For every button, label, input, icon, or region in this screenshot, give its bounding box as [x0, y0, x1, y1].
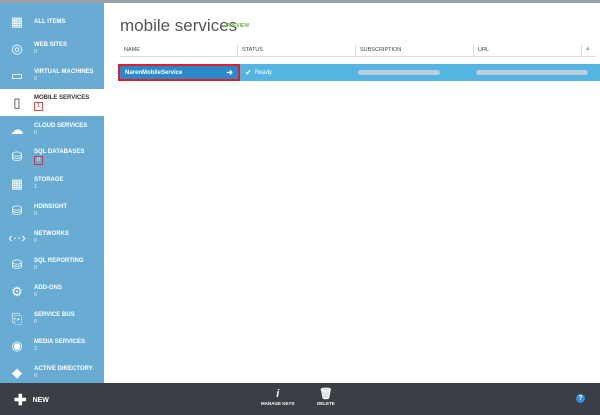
sidebar-item-label: NETWORKS — [34, 230, 69, 238]
plus-icon: ✚ — [14, 391, 27, 409]
sidebar-item-count: 0 — [34, 265, 84, 272]
sidebar-item-label: MEDIA SERVICES — [34, 338, 85, 346]
sidebar-item-count: 0 — [34, 373, 93, 380]
page-title: mobile services — [120, 16, 237, 36]
sidebar-item-label: WEB SITES — [34, 41, 67, 49]
status-text: Ready — [255, 70, 272, 76]
phone-icon: ▯ — [6, 93, 28, 113]
globe-icon: ◎ — [6, 39, 28, 59]
trash-icon: 🗑 — [317, 388, 335, 401]
media-icon: ◉ — [6, 336, 28, 356]
sidebar-item-storage[interactable]: ▦ STORAGE1 — [0, 170, 104, 197]
count-value: 0 — [34, 76, 37, 82]
sidebar-item-label: STORAGE — [34, 176, 64, 184]
sidebar-item-count: 0 — [34, 130, 87, 137]
column-status[interactable]: STATUS — [238, 44, 356, 56]
sidebar-item-cloud-services[interactable]: ☁ CLOUD SERVICES0 — [0, 116, 104, 143]
sidebar-item-count: 0 — [34, 238, 69, 245]
sidebar-item-count: 0 — [34, 156, 84, 165]
sidebar-item-service-bus[interactable]: ⎘ SERVICE BUS0 — [0, 305, 104, 332]
hdinsight-icon: ⛁ — [6, 201, 28, 221]
sidebar-item-count: 1 — [34, 102, 89, 111]
check-icon: ✔ — [245, 68, 252, 77]
network-icon: ‹··› — [6, 228, 28, 248]
sidebar-item-count: 0 — [34, 76, 94, 83]
sidebar-item-active-directory[interactable]: ◆ ACTIVE DIRECTORY0 — [0, 359, 104, 383]
sidebar-item-label: SERVICE BUS — [34, 311, 75, 319]
report-icon: ⛁ — [6, 255, 28, 275]
delete-button[interactable]: 🗑 DELETE — [317, 388, 335, 406]
service-bus-icon: ⎘ — [6, 309, 28, 329]
new-button[interactable]: ✚ NEW — [14, 391, 49, 409]
sidebar-item-virtual-machines[interactable]: ▭ VIRTUAL MACHINES0 — [0, 62, 104, 89]
delete-label: DELETE — [317, 401, 335, 406]
sidebar-item-mobile-services[interactable]: ▯ MOBILE SERVICES1 — [0, 89, 104, 116]
column-url[interactable]: URL — [474, 44, 582, 56]
column-subscription[interactable]: SUBSCRIPTION — [356, 44, 474, 56]
monitor-icon: ▭ — [6, 66, 28, 86]
sidebar-item-media-services[interactable]: ◉ MEDIA SERVICES2 — [0, 332, 104, 359]
sidebar-item-count: 0 — [34, 211, 67, 218]
main-content: mobile services PREVIEW NAME STATUS SUBS… — [104, 3, 600, 383]
arrow-right-icon[interactable]: ➜ — [226, 68, 233, 77]
sidebar-item-label: ALL ITEMS — [34, 18, 66, 26]
table-row[interactable]: NarenMobileService ➜ ✔ Ready — [118, 64, 600, 81]
manage-keys-label: MANAGE KEYS — [261, 401, 295, 406]
manage-keys-button[interactable]: i MANAGE KEYS — [261, 388, 295, 406]
sidebar-item-count: 0 — [34, 292, 62, 299]
addons-icon: ⚙ — [6, 282, 28, 302]
grid-icon: ▦ — [6, 12, 28, 32]
sidebar-item-sql-databases[interactable]: ⛁ SQL DATABASES0 — [0, 143, 104, 170]
database-icon: ⛁ — [6, 147, 28, 167]
directory-icon: ◆ — [6, 363, 28, 383]
table-header: NAME STATUS SUBSCRIPTION URL ⌕ — [120, 44, 596, 57]
sidebar-item-web-sites[interactable]: ◎ WEB SITES0 — [0, 35, 104, 62]
new-label: NEW — [33, 397, 49, 404]
url-redacted — [476, 70, 588, 75]
preview-badge: PREVIEW — [226, 23, 249, 29]
help-icon[interactable]: ? — [576, 394, 585, 403]
sidebar-item-count: 0 — [34, 319, 75, 326]
count-value: 1 — [34, 184, 37, 190]
count-value: 0 — [34, 319, 37, 325]
info-icon: i — [261, 388, 295, 401]
sidebar-item-label: ACTIVE DIRECTORY — [34, 365, 93, 373]
sidebar-item-label: HDINSIGHT — [34, 203, 67, 211]
status-cell: ✔ Ready — [240, 68, 356, 77]
count-value: 0 — [34, 130, 37, 136]
sidebar-item-count: 1 — [34, 184, 64, 191]
count-value: 2 — [34, 346, 37, 352]
count-value: 0 — [34, 373, 37, 379]
sidebar-item-label: CLOUD SERVICES — [34, 122, 87, 130]
sidebar: ▦ALL ITEMS◎WEB SITES0▭VIRTUAL MACHINES0▯… — [0, 3, 104, 383]
count-value: 0 — [34, 211, 37, 217]
column-name[interactable]: NAME — [120, 44, 238, 56]
search-icon[interactable]: ⌕ — [582, 44, 594, 56]
count-value: 0 — [34, 265, 37, 271]
service-name[interactable]: NarenMobileService — [125, 70, 182, 76]
count-value: 0 — [34, 49, 37, 55]
count-value: 0 — [34, 238, 37, 244]
sidebar-item-label: MOBILE SERVICES — [34, 94, 89, 102]
count-value: 0 — [34, 156, 43, 165]
cloud-icon: ☁ — [6, 120, 28, 140]
count-value: 0 — [34, 292, 37, 298]
sidebar-item-hdinsight[interactable]: ⛁ HDINSIGHT0 — [0, 197, 104, 224]
sidebar-item-add-ons[interactable]: ⚙ ADD-ONS0 — [0, 278, 104, 305]
service-name-cell[interactable]: NarenMobileService ➜ — [118, 64, 240, 81]
sidebar-item-sql-reporting[interactable]: ⛁ SQL REPORTING0 — [0, 251, 104, 278]
subscription-redacted — [358, 70, 440, 75]
sidebar-item-count: 0 — [34, 49, 67, 56]
sidebar-item-label: VIRTUAL MACHINES — [34, 68, 94, 76]
storage-icon: ▦ — [6, 174, 28, 194]
sidebar-item-networks[interactable]: ‹··› NETWORKS0 — [0, 224, 104, 251]
command-bar: ✚ NEW i MANAGE KEYS 🗑 DELETE ? — [0, 383, 600, 415]
sidebar-item-all-items[interactable]: ▦ ALL ITEMS — [0, 8, 104, 35]
count-value: 1 — [34, 102, 43, 111]
sidebar-item-label: ADD-ONS — [34, 284, 62, 292]
sidebar-item-label: SQL REPORTING — [34, 257, 84, 265]
sidebar-item-label: SQL DATABASES — [34, 148, 84, 156]
sidebar-item-count: 2 — [34, 346, 85, 353]
